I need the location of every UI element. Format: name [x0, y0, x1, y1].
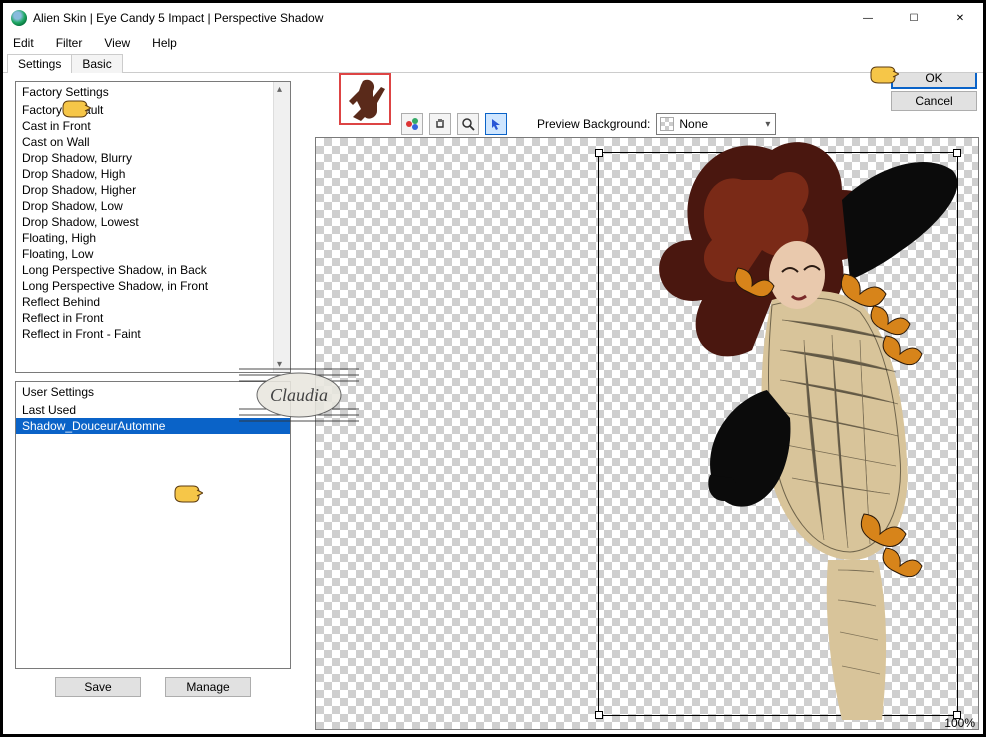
factory-settings-header: Factory Settings: [16, 82, 290, 102]
factory-item[interactable]: Cast on Wall: [16, 134, 290, 150]
user-settings-header: User Settings: [16, 382, 290, 402]
preview-top-row: Preview Background: None OK Cancel: [295, 73, 983, 137]
factory-item[interactable]: Factory Default: [16, 102, 290, 118]
cancel-button[interactable]: Cancel: [891, 91, 977, 111]
menu-help[interactable]: Help: [148, 34, 181, 52]
preview-thumbnail[interactable]: [339, 73, 391, 125]
factory-settings-items: Factory Default Cast in Front Cast on Wa…: [16, 102, 290, 342]
color-tool-icon[interactable]: [401, 113, 423, 135]
window-title: Alien Skin | Eye Candy 5 Impact | Perspe…: [33, 11, 845, 25]
user-settings-items: Last Used Shadow_DouceurAutomne: [16, 402, 290, 434]
dialog-buttons: OK Cancel: [891, 73, 977, 111]
pointer-tool-icon[interactable]: [485, 113, 507, 135]
scrollbar[interactable]: [273, 82, 290, 372]
factory-item[interactable]: Floating, High: [16, 230, 290, 246]
factory-item[interactable]: Drop Shadow, Low: [16, 198, 290, 214]
factory-item[interactable]: Drop Shadow, Higher: [16, 182, 290, 198]
zoom-level: 100%: [944, 716, 975, 730]
factory-item[interactable]: Reflect in Front: [16, 310, 290, 326]
left-panel: Factory Settings Factory Default Cast in…: [3, 73, 295, 734]
magnifier-tool-icon[interactable]: [457, 113, 479, 135]
tab-settings[interactable]: Settings: [7, 54, 72, 73]
user-settings-list: User Settings Last Used Shadow_DouceurAu…: [15, 381, 291, 669]
manage-button[interactable]: Manage: [165, 677, 251, 697]
right-panel: Preview Background: None OK Cancel: [295, 73, 983, 734]
user-item-selected[interactable]: Shadow_DouceurAutomne: [16, 418, 290, 434]
tab-basic[interactable]: Basic: [71, 54, 122, 73]
left-buttons: Save Manage: [15, 677, 291, 697]
maximize-button[interactable]: ☐: [891, 3, 937, 33]
factory-item[interactable]: Drop Shadow, Lowest: [16, 214, 290, 230]
factory-item[interactable]: Long Perspective Shadow, in Front: [16, 278, 290, 294]
menu-view[interactable]: View: [100, 34, 134, 52]
transparency-swatch-icon: [660, 117, 674, 131]
factory-item[interactable]: Cast in Front: [16, 118, 290, 134]
factory-item[interactable]: Long Perspective Shadow, in Back: [16, 262, 290, 278]
save-button[interactable]: Save: [55, 677, 141, 697]
hand-tool-icon[interactable]: [429, 113, 451, 135]
factory-settings-list: Factory Settings Factory Default Cast in…: [15, 81, 291, 373]
minimize-button[interactable]: —: [845, 3, 891, 33]
toolbar: Preview Background: None: [401, 113, 776, 135]
preview-canvas[interactable]: [315, 137, 979, 730]
preview-bg-select[interactable]: None: [656, 113, 776, 135]
preview-bg-value: None: [679, 117, 708, 131]
factory-item[interactable]: Reflect in Front - Faint: [16, 326, 290, 342]
close-button[interactable]: ✕: [937, 3, 983, 33]
user-item[interactable]: Last Used: [16, 402, 290, 418]
preview-bg-label: Preview Background:: [537, 117, 650, 131]
menu-edit[interactable]: Edit: [9, 34, 38, 52]
titlebar: Alien Skin | Eye Candy 5 Impact | Perspe…: [3, 3, 983, 33]
app-icon: [11, 10, 27, 26]
factory-item[interactable]: Floating, Low: [16, 246, 290, 262]
body: Factory Settings Factory Default Cast in…: [3, 73, 983, 734]
tabstrip: Settings Basic: [3, 53, 983, 73]
menu-filter[interactable]: Filter: [52, 34, 87, 52]
factory-item[interactable]: Drop Shadow, Blurry: [16, 150, 290, 166]
menubar: Edit Filter View Help: [3, 33, 983, 53]
ok-button[interactable]: OK: [891, 73, 977, 89]
factory-item[interactable]: Reflect Behind: [16, 294, 290, 310]
app-window: Alien Skin | Eye Candy 5 Impact | Perspe…: [0, 0, 986, 737]
preview-image: [592, 140, 979, 730]
factory-item[interactable]: Drop Shadow, High: [16, 166, 290, 182]
